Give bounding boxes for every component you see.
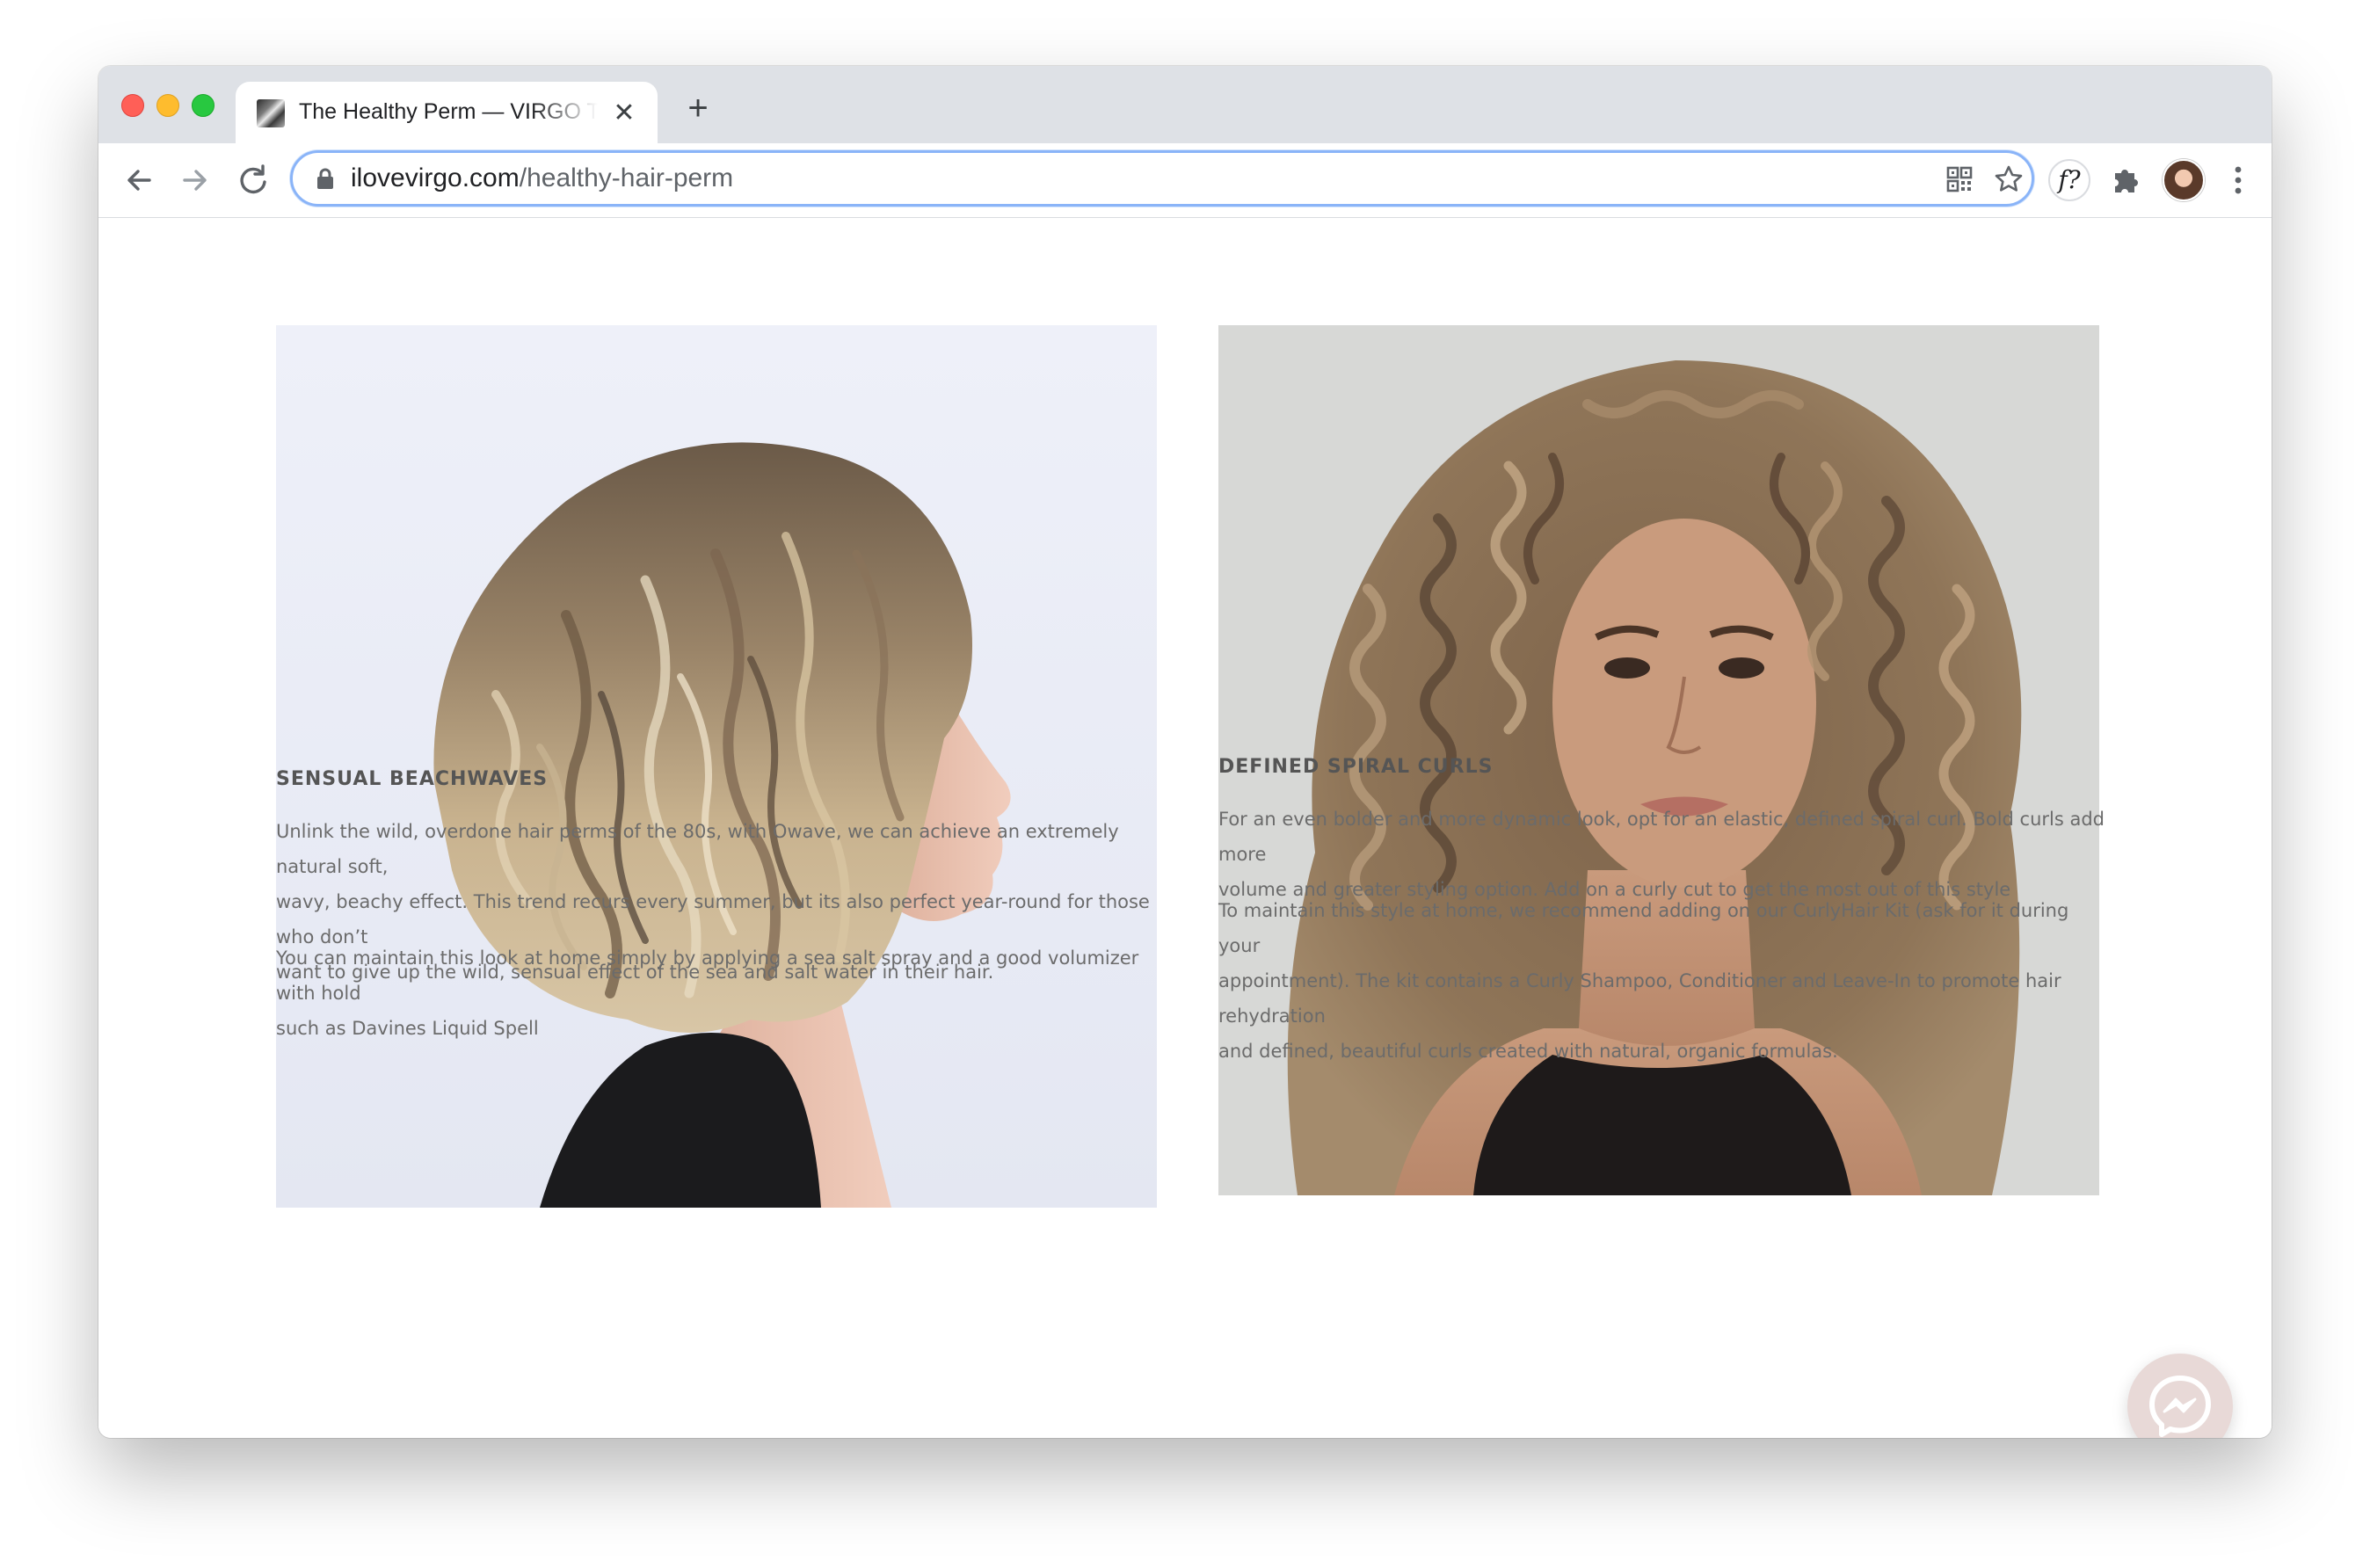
messenger-chat-button[interactable] — [2127, 1354, 2233, 1438]
bookmark-star-icon[interactable] — [1993, 163, 2025, 195]
section-title-spiral-curls: DEFINED SPIRAL CURLS — [1218, 756, 1494, 778]
page-content: SENSUAL BEACHWAVES Unlink the wild, over… — [98, 218, 2272, 1438]
text-line: To maintain this style at home, we recom… — [1218, 900, 2069, 956]
minimize-window-button[interactable] — [156, 94, 179, 117]
woman-beachwaves-bob-photo — [276, 325, 1157, 1208]
forward-arrow-icon[interactable] — [172, 157, 218, 203]
url-host: ilovevirgo.com — [351, 163, 520, 192]
back-arrow-icon[interactable] — [116, 157, 162, 203]
reload-icon[interactable] — [230, 157, 276, 203]
extensions-puzzle-icon[interactable] — [2105, 159, 2147, 201]
lock-icon[interactable] — [316, 167, 335, 190]
maximize-window-button[interactable] — [192, 94, 214, 117]
text-line: You can maintain this look at home simpl… — [276, 947, 1139, 1004]
tab-title: The Healthy Perm — VIRGO TE — [299, 99, 598, 124]
tab-strip: The Healthy Perm — VIRGO TE ✕ + — [98, 66, 2272, 143]
section-paragraph: For an even bolder and more dynamic look… — [1218, 802, 2106, 907]
new-tab-button[interactable]: + — [679, 89, 717, 127]
close-tab-icon[interactable]: ✕ — [608, 98, 640, 129]
text-line: Unlink the wild, overdone hair perms of … — [276, 821, 1119, 877]
messenger-icon — [2149, 1376, 2211, 1437]
browser-window: The Healthy Perm — VIRGO TE ✕ + ilovevir… — [98, 66, 2272, 1438]
address-bar[interactable]: ilovevirgo.com/healthy-hair-perm — [290, 150, 2034, 207]
url-path: /healthy-hair-perm — [519, 163, 734, 192]
text-line: such as Davines Liquid Spell — [276, 1018, 539, 1039]
text-line: appointment). The kit contains a Curly S… — [1218, 970, 2061, 1027]
text-line: For an even bolder and more dynamic look… — [1218, 809, 2105, 865]
section-paragraph: To maintain this style at home, we recom… — [1218, 893, 2106, 1069]
section-paragraph: You can maintain this look at home simpl… — [276, 940, 1164, 1046]
url-text[interactable]: ilovevirgo.com/healthy-hair-perm — [351, 163, 733, 193]
site-favicon-icon — [257, 99, 285, 127]
browser-toolbar: ilovevirgo.com/healthy-hair-perm f? — [98, 143, 2272, 218]
tab-active[interactable]: The Healthy Perm — VIRGO TE ✕ — [236, 82, 658, 143]
section-title-beachwaves: SENSUAL BEACHWAVES — [276, 768, 549, 790]
profile-avatar[interactable] — [2163, 159, 2205, 201]
font-extension-icon[interactable]: f? — [2048, 159, 2090, 201]
close-window-button[interactable] — [121, 94, 144, 117]
more-menu-icon[interactable] — [2217, 159, 2259, 201]
text-line: and defined, beautiful curls created wit… — [1218, 1041, 1838, 1062]
qr-code-icon[interactable] — [1944, 163, 1975, 195]
